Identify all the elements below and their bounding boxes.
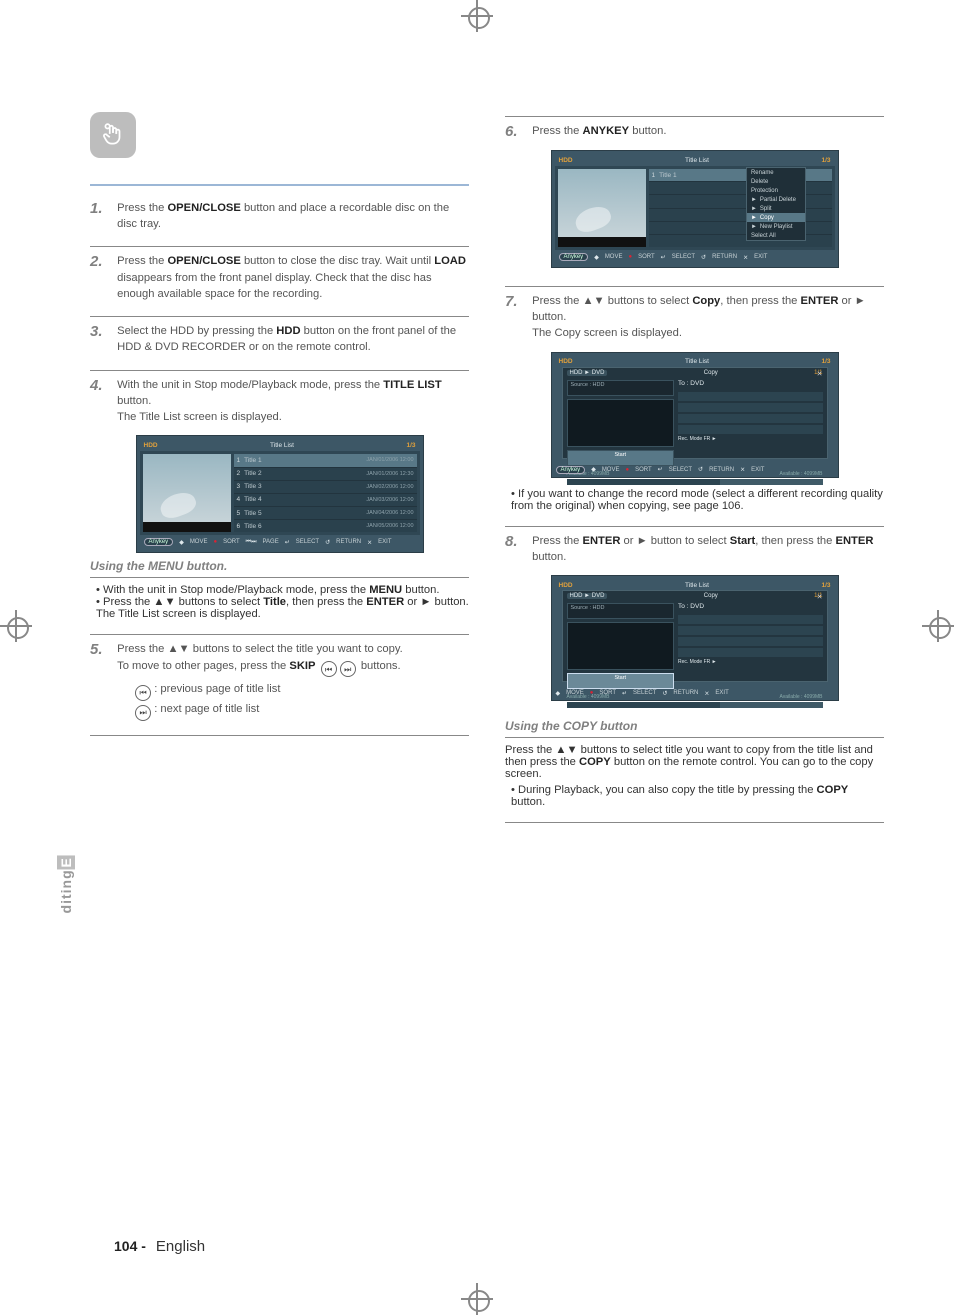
button-name: COPY	[817, 784, 849, 796]
anykey-pill: Anykey	[144, 538, 174, 546]
using-copy-box: Using the COPY button Press the ▲▼ butto…	[505, 719, 884, 808]
step-3: 3. Select the HDD by pressing the HDD bu…	[90, 316, 469, 369]
option-name: Copy	[692, 295, 720, 307]
button-name: COPY	[579, 756, 611, 768]
step-number: 6.	[505, 123, 527, 140]
skip-prev-icon: ⏮	[321, 661, 337, 677]
step-number: 5.	[90, 641, 112, 658]
text: disappears from the front panel display.…	[117, 272, 431, 300]
text: Press the	[117, 202, 167, 214]
using-menu-title: Using the MENU button.	[90, 559, 469, 578]
text: button.	[402, 584, 439, 596]
screen-source: HDD	[144, 442, 158, 449]
text: Press the	[117, 255, 167, 267]
text: or ► button to select	[620, 535, 729, 547]
button-name: ENTER	[582, 535, 620, 547]
text: , then press the	[720, 295, 800, 307]
note-text: • If you want to change the record mode …	[511, 488, 883, 512]
option-name: Title	[263, 596, 286, 608]
skip-next-icon: ⏭	[135, 705, 151, 721]
touch-icon	[90, 112, 136, 158]
step-7: 7. Press the ▲▼ buttons to select Copy, …	[505, 286, 884, 526]
step-number: 2.	[90, 253, 112, 270]
button-name: OPEN/CLOSE	[167, 255, 240, 267]
page-language: English	[156, 1238, 205, 1255]
manual-page: ditingE 1. Press the OPEN/CLOSE button a…	[0, 0, 954, 1315]
text: button to close the disc tray. Wait unti…	[241, 255, 434, 267]
step-number: 4.	[90, 377, 112, 394]
page-footer: 104 - English	[114, 1238, 205, 1255]
step-8: 8. Press the ENTER or ► button to select…	[505, 526, 884, 822]
text: To move to other pages, press the	[117, 660, 289, 672]
step-2: 2. Press the OPEN/CLOSE button to close …	[90, 246, 469, 316]
top-registration-mark	[0, 0, 954, 32]
step-4: 4. With the unit in Stop mode/Playback m…	[90, 370, 469, 635]
title-list-screenshot: HDD Title List 1/3 1Title 1JAN/01/2006 1…	[136, 435, 424, 553]
text: Press the	[532, 535, 582, 547]
copy-start-screenshot: HDD Title List 1/3 ✕ HDD ► DVD Copy 1/1	[551, 575, 839, 701]
step-number: 3.	[90, 323, 112, 340]
skip-prev-icon: ⏮	[135, 685, 151, 701]
button-name: ANYKEY	[582, 125, 629, 137]
text: button.	[629, 125, 666, 137]
text: • During Playback, you can also copy the…	[511, 784, 817, 796]
text: Select the HDD by pressing the	[117, 325, 276, 337]
text: The Title List screen is displayed.	[117, 411, 282, 423]
text: The Copy screen is displayed.	[532, 327, 682, 339]
button-name: TITLE LIST	[383, 379, 441, 391]
text: , then press the	[286, 596, 366, 608]
button-name: ENTER	[835, 535, 873, 547]
button-name: HDD	[276, 325, 300, 337]
text: Press the ▲▼ buttons to select	[532, 295, 692, 307]
text: button.	[532, 551, 566, 563]
step-6: 6. Press the ANYKEY button. HDD Title Li…	[505, 116, 884, 286]
step-number: 1.	[90, 200, 112, 217]
button-name: OPEN/CLOSE	[167, 202, 240, 214]
anykey-popup-menu: Rename Delete Protection ►Partial Delete…	[746, 167, 806, 241]
using-menu-box: Using the MENU button. • With the unit i…	[90, 559, 469, 620]
text: : next page of title list	[151, 703, 259, 715]
left-registration-mark	[0, 610, 32, 642]
button-name: ENTER	[366, 596, 404, 608]
screen-title: Title List	[158, 442, 407, 449]
text: , then press the	[755, 535, 835, 547]
text: : previous page of title list	[151, 683, 280, 695]
left-column: 1. Press the OPEN/CLOSE button and place…	[90, 112, 469, 1245]
using-copy-title: Using the COPY button	[505, 719, 884, 738]
page-number: 104 -	[114, 1238, 146, 1254]
button-name: LOAD	[434, 255, 466, 267]
text: Press the	[532, 125, 582, 137]
text: Press the ▲▼ buttons to select the title…	[117, 643, 403, 655]
button-name: MENU	[369, 584, 402, 596]
step-5: 5. Press the ▲▼ buttons to select the ti…	[90, 634, 469, 735]
button-name: SKIP	[289, 660, 315, 672]
section-tab-prefix: E	[57, 855, 75, 869]
text: • Press the ▲▼ buttons to select	[96, 596, 263, 608]
section-tab-rest: diting	[58, 869, 74, 913]
anykey-popup-screenshot: HDD Title List 1/3 1Title 1	[551, 150, 839, 268]
text: buttons.	[361, 660, 401, 672]
text: button.	[511, 796, 545, 808]
right-registration-mark	[922, 610, 954, 642]
skip-next-icon: ⏭	[340, 661, 356, 677]
right-column: 6. Press the ANYKEY button. HDD Title Li…	[505, 112, 884, 1245]
copy-screenshot: HDD Title List 1/3 ✕ HDD ► DVD Copy 1/1	[551, 352, 839, 478]
text: • With the unit in Stop mode/Playback mo…	[96, 584, 369, 596]
step-number: 8.	[505, 533, 527, 550]
button-name: ENTER	[801, 295, 839, 307]
section-tab: ditingE	[58, 855, 74, 913]
bottom-registration-mark	[0, 1283, 954, 1315]
text: With the unit in Stop mode/Playback mode…	[117, 379, 383, 391]
screen-page: 1/3	[406, 442, 415, 449]
text: button.	[117, 395, 151, 407]
step-number: 7.	[505, 293, 527, 310]
option-name: Start	[730, 535, 756, 547]
step-1: 1. Press the OPEN/CLOSE button and place…	[90, 194, 469, 246]
